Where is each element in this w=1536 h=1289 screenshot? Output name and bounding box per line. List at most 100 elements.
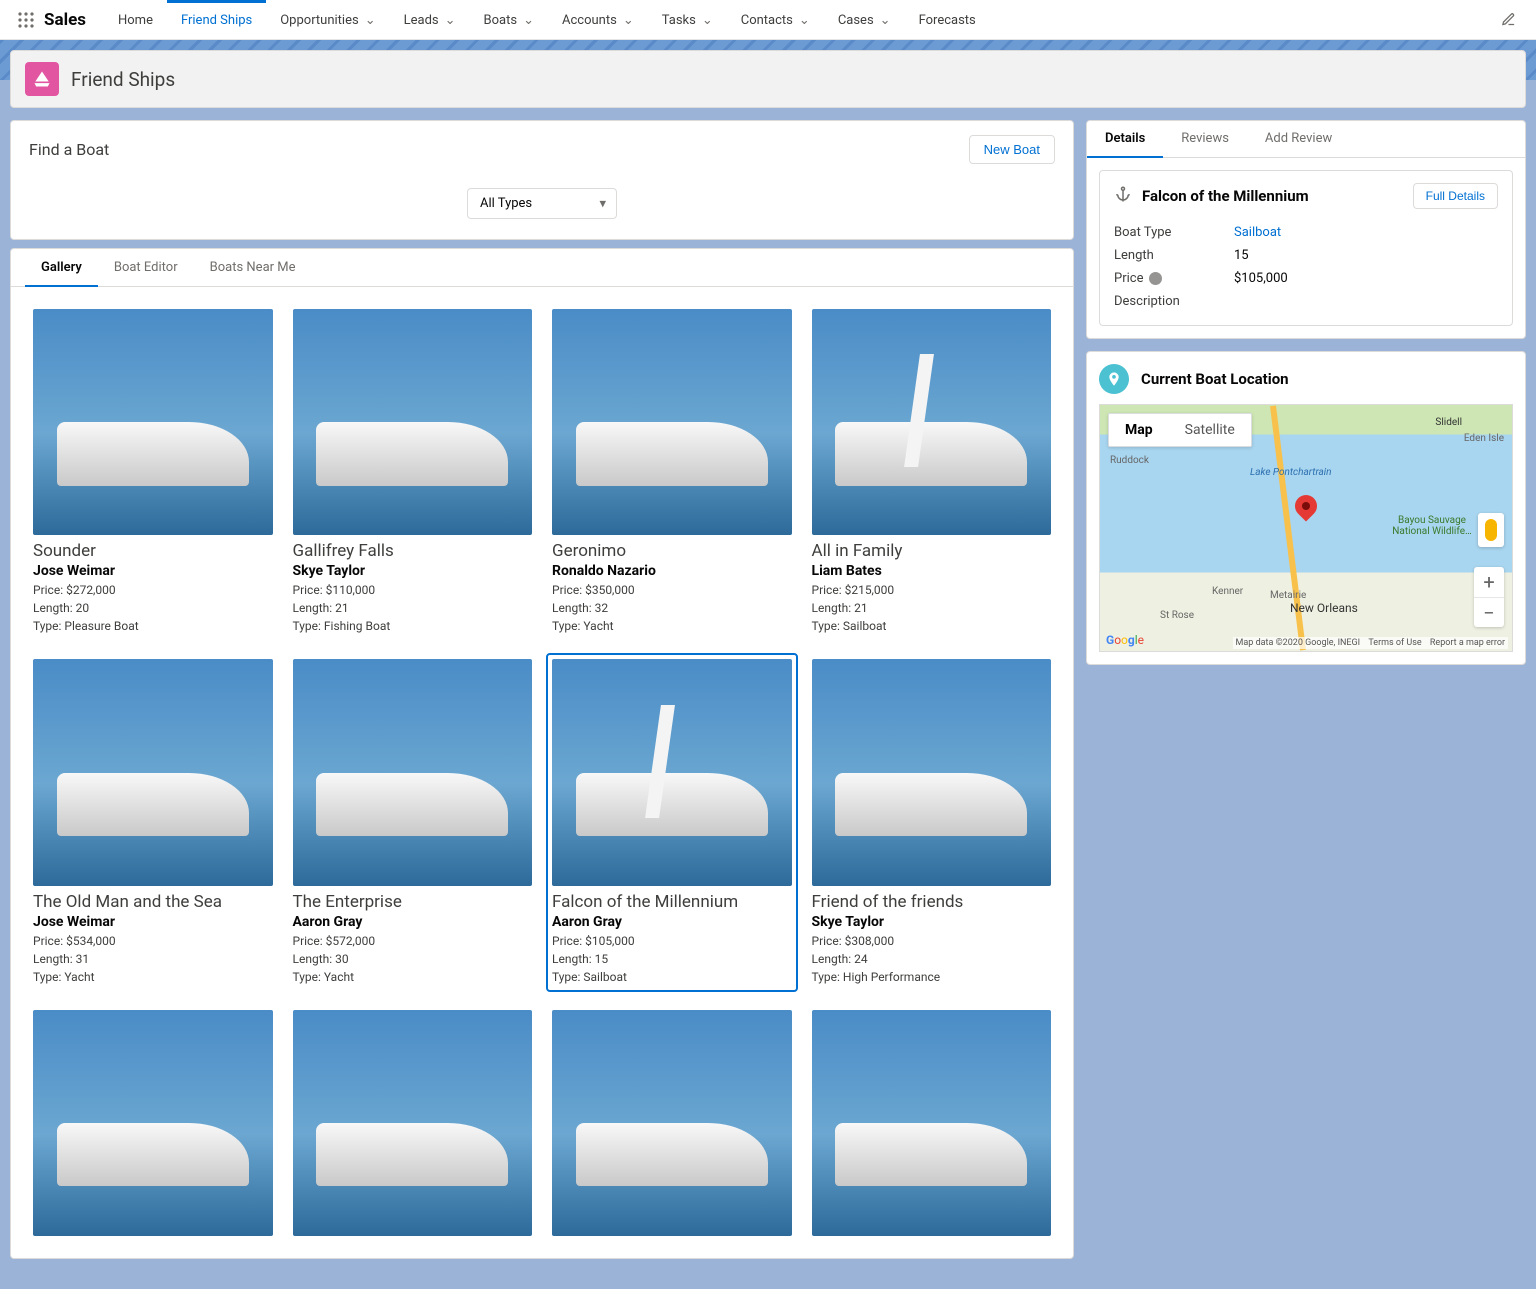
boat-owner: Jose Weimar bbox=[33, 914, 273, 930]
chevron-down-icon: ⌄ bbox=[365, 13, 376, 28]
boat-image bbox=[552, 1010, 792, 1236]
boat-details-card: DetailsReviewsAdd Review Falcon of the M… bbox=[1086, 120, 1526, 339]
boat-tile[interactable]: Falcon of the MillenniumAaron GrayPrice:… bbox=[547, 654, 797, 990]
boat-name: Friend of the friends bbox=[812, 892, 1052, 912]
boat-tile[interactable]: The Old Man and the SeaJose WeimarPrice:… bbox=[33, 659, 273, 985]
boat-meta: Price: $110,000Length: 21Type: Fishing B… bbox=[293, 581, 533, 635]
field-value-boat-type[interactable]: Sailboat bbox=[1234, 225, 1498, 240]
find-boat-card: Find a Boat New Boat All Types ▾ bbox=[10, 120, 1074, 240]
boat-image bbox=[812, 659, 1052, 885]
map-title: Current Boat Location bbox=[1141, 370, 1289, 388]
top-nav: Sales HomeFriend ShipsOpportunities⌄Lead… bbox=[0, 0, 1536, 40]
boat-tile[interactable]: Friend of the friends Skye Taylor Price: $… bbox=[812, 659, 1052, 985]
gallery-card: GalleryBoat EditorBoats Near Me Sounder J… bbox=[10, 248, 1074, 1259]
boat-tile[interactable] bbox=[552, 1010, 792, 1236]
chevron-down-icon: ▾ bbox=[599, 196, 606, 211]
boat-image bbox=[293, 309, 533, 535]
chevron-down-icon: ⌄ bbox=[702, 13, 713, 28]
nav-item-cases[interactable]: Cases⌄ bbox=[824, 0, 905, 40]
boat-name: Geronimo bbox=[552, 541, 792, 561]
boat-owner: Liam Bates bbox=[812, 563, 1052, 579]
page-header: Friend Ships bbox=[10, 50, 1526, 108]
boat-tile[interactable] bbox=[812, 1010, 1052, 1236]
zoom-in-button[interactable]: + bbox=[1474, 567, 1504, 597]
boat-gallery: Sounder Jose Weimar Price: $272,000Length:… bbox=[33, 309, 1051, 1236]
field-value-description bbox=[1234, 294, 1498, 309]
tab-gallery[interactable]: Gallery bbox=[25, 249, 98, 286]
boat-tile[interactable]: All in FamilyLiam BatesPrice: $215,000Le… bbox=[812, 309, 1052, 635]
boat-owner: Skye Taylor bbox=[812, 914, 1052, 930]
boat-location-card: Current Boat Location Slidell Ruddock La… bbox=[1086, 351, 1526, 665]
location-icon bbox=[1099, 364, 1129, 394]
nav-item-boats[interactable]: Boats⌄ bbox=[470, 0, 548, 40]
boat-name: The Enterprise bbox=[293, 892, 533, 912]
boat-tile[interactable]: Gallifrey FallsSkye TaylorPrice: $110,00… bbox=[293, 309, 533, 635]
nav-item-leads[interactable]: Leads⌄ bbox=[390, 0, 470, 40]
map-report-link[interactable]: Report a map error bbox=[1430, 638, 1505, 648]
nav-item-opportunities[interactable]: Opportunities⌄ bbox=[266, 0, 389, 40]
boat-image bbox=[293, 659, 533, 885]
map-terms-link[interactable]: Terms of Use bbox=[1368, 638, 1421, 648]
map-label: St Rose bbox=[1160, 610, 1194, 621]
anchor-icon bbox=[1114, 185, 1132, 207]
nav-item-friend-ships[interactable]: Friend Ships bbox=[167, 0, 266, 40]
boat-meta: Price: $308,000Length: 24Type: High Perf… bbox=[812, 932, 1052, 986]
boat-meta: Price: $272,000Length: 20Type: Pleasure … bbox=[33, 581, 273, 635]
nav-item-accounts[interactable]: Accounts⌄ bbox=[548, 0, 648, 40]
details-tab-details[interactable]: Details bbox=[1087, 121, 1163, 158]
boat-type-select[interactable]: All Types ▾ bbox=[467, 188, 617, 219]
boat-image bbox=[293, 1010, 533, 1236]
field-label-length: Length bbox=[1114, 248, 1234, 263]
nav-item-forecasts[interactable]: Forecasts bbox=[905, 0, 990, 40]
tab-boats-near-me[interactable]: Boats Near Me bbox=[194, 249, 312, 286]
boat-tile[interactable]: SounderJose WeimarPrice: $272,000Length:… bbox=[33, 309, 273, 635]
find-boat-title: Find a Boat bbox=[29, 140, 109, 159]
main-tabs: GalleryBoat EditorBoats Near Me bbox=[11, 249, 1073, 287]
boat-name: The Old Man and the Sea bbox=[33, 892, 273, 912]
boat-owner: Ronaldo Nazario bbox=[552, 563, 792, 579]
map[interactable]: Slidell Ruddock Lake Pontchartrain Eden … bbox=[1099, 404, 1513, 652]
map-label: Kenner bbox=[1212, 586, 1243, 597]
map-type-satellite-button[interactable]: Satellite bbox=[1169, 414, 1251, 446]
boat-owner: Aaron Gray bbox=[552, 914, 792, 930]
boat-name: Sounder bbox=[33, 541, 273, 561]
field-value-length: 15 bbox=[1234, 248, 1498, 263]
map-label: Bayou Sauvage National Wildlife… bbox=[1392, 515, 1472, 537]
edit-nav-icon[interactable] bbox=[1496, 8, 1520, 32]
field-label-price: Price bbox=[1114, 271, 1234, 286]
tab-boat-editor[interactable]: Boat Editor bbox=[98, 249, 194, 286]
info-icon[interactable] bbox=[1149, 272, 1162, 285]
boat-owner: Aaron Gray bbox=[293, 914, 533, 930]
boat-tile[interactable] bbox=[293, 1010, 533, 1236]
boat-image bbox=[33, 659, 273, 885]
boat-tile[interactable] bbox=[33, 1010, 273, 1236]
zoom-control: + − bbox=[1474, 567, 1504, 627]
details-boat-name: Falcon of the Millennium bbox=[1142, 187, 1309, 205]
pegman-icon[interactable] bbox=[1478, 513, 1504, 547]
boat-image bbox=[812, 1010, 1052, 1236]
nav-item-tasks[interactable]: Tasks⌄ bbox=[648, 0, 727, 40]
boat-meta: Price: $572,000Length: 30Type: Yacht bbox=[293, 932, 533, 986]
zoom-out-button[interactable]: − bbox=[1474, 597, 1504, 627]
boat-image bbox=[552, 309, 792, 535]
field-label-boat-type: Boat Type bbox=[1114, 225, 1234, 240]
details-tab-add-review[interactable]: Add Review bbox=[1247, 121, 1350, 157]
map-label: Lake Pontchartrain bbox=[1250, 467, 1332, 478]
google-logo: Google bbox=[1106, 633, 1144, 647]
map-type-map-button[interactable]: Map bbox=[1109, 414, 1169, 446]
boat-tile[interactable]: Geronimo Ronaldo Nazario Price: $350,000Le… bbox=[552, 309, 792, 635]
full-details-button[interactable]: Full Details bbox=[1413, 183, 1498, 209]
details-tab-reviews[interactable]: Reviews bbox=[1163, 121, 1247, 157]
field-value-price: $105,000 bbox=[1234, 271, 1498, 286]
app-launcher-icon[interactable] bbox=[16, 10, 36, 30]
map-label: Metairie bbox=[1270, 590, 1306, 601]
nav-item-contacts[interactable]: Contacts⌄ bbox=[727, 0, 824, 40]
boat-tile[interactable]: The Enterprise Aaron Gray Price: $572,000L… bbox=[293, 659, 533, 985]
chevron-down-icon: ⌄ bbox=[445, 13, 456, 28]
boat-meta: Price: $350,000Length: 32Type: Yacht bbox=[552, 581, 792, 635]
boat-meta: Price: $105,000Length: 15Type: Sailboat bbox=[552, 932, 792, 986]
new-boat-button[interactable]: New Boat bbox=[969, 135, 1055, 164]
nav-item-home[interactable]: Home bbox=[104, 0, 167, 40]
map-attribution: Map data ©2020 Google, INEGI Terms of Us… bbox=[1233, 637, 1508, 649]
boat-owner: Skye Taylor bbox=[293, 563, 533, 579]
